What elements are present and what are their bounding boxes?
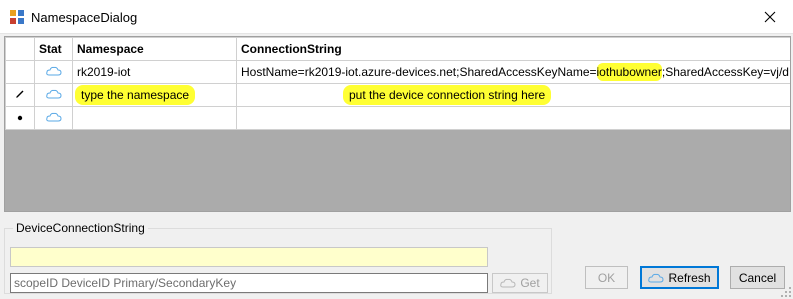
cloud-icon — [500, 278, 516, 288]
get-button[interactable]: Get — [492, 273, 548, 293]
row-header-new[interactable] — [5, 106, 35, 130]
app-icon — [9, 9, 25, 25]
close-button[interactable] — [747, 0, 793, 34]
cancel-button[interactable]: Cancel — [730, 266, 785, 289]
cloud-icon — [648, 273, 664, 282]
namespace-value: rk2019-iot — [77, 65, 131, 79]
cancel-label: Cancel — [738, 270, 777, 285]
ok-label: OK — [597, 270, 616, 285]
device-connection-group: DeviceConnectionString scopeID DeviceID … — [4, 221, 552, 294]
connectionstring-cell[interactable] — [236, 106, 790, 130]
connection-text-after: ;SharedAccessKey=vj/d... — [661, 65, 791, 79]
grid-header-row: Stat Namespace ConnectionString — [5, 37, 790, 61]
table-row[interactable]: rk2019-iot HostName=rk2019-iot.azure-dev… — [5, 60, 791, 84]
cloud-icon — [45, 66, 62, 76]
column-header-connectionstring[interactable]: ConnectionString — [236, 37, 790, 61]
refresh-label: Refresh — [668, 270, 711, 285]
column-header-stat[interactable]: Stat — [34, 37, 73, 61]
namespace-cell[interactable]: rk2019-iot — [72, 60, 237, 84]
ok-button[interactable]: OK — [585, 266, 628, 289]
column-header-namespace[interactable]: Namespace — [72, 37, 237, 61]
row-header-corner — [5, 37, 35, 61]
connectionstring-cell[interactable]: HostName=rk2019-iot.azure-devices.net;Sh… — [236, 60, 791, 84]
status-cell — [34, 83, 73, 107]
namespace-grid[interactable]: Stat Namespace ConnectionString rk2019-i… — [4, 36, 791, 212]
device-connection-string-field[interactable] — [10, 247, 488, 267]
row-header-editing[interactable] — [5, 83, 35, 107]
connection-text-before: HostName=rk2019-iot.azure-devices.net;Sh… — [241, 65, 597, 79]
namespace-cell[interactable] — [72, 106, 237, 130]
refresh-button[interactable]: Refresh — [640, 266, 719, 289]
namespace-edit-cell[interactable]: type the namespace — [72, 83, 237, 107]
namespace-hint: type the namespace — [75, 85, 196, 105]
connection-text-highlight: iothubowner — [596, 63, 662, 81]
connectionstring-edit-cell[interactable]: put the device connection string here — [236, 83, 790, 107]
cloud-icon — [45, 112, 62, 122]
connection-hint: put the device connection string here — [343, 85, 552, 105]
status-cell — [34, 106, 73, 130]
group-legend: DeviceConnectionString — [13, 221, 148, 235]
status-cell — [34, 60, 73, 84]
pencil-icon — [16, 90, 24, 98]
close-icon — [764, 11, 776, 23]
window-title: NamespaceDialog — [31, 10, 138, 25]
title-bar: NamespaceDialog — [0, 0, 793, 34]
scope-key-field[interactable]: scopeID DeviceID Primary/SecondaryKey — [10, 273, 488, 293]
table-row-new[interactable] — [5, 106, 790, 130]
resize-grip-icon[interactable] — [781, 287, 791, 297]
cloud-icon — [45, 89, 62, 99]
table-row[interactable]: type the namespace put the device connec… — [5, 83, 790, 107]
row-header[interactable] — [5, 60, 35, 84]
asterisk-icon — [17, 115, 23, 121]
get-label: Get — [520, 276, 540, 290]
